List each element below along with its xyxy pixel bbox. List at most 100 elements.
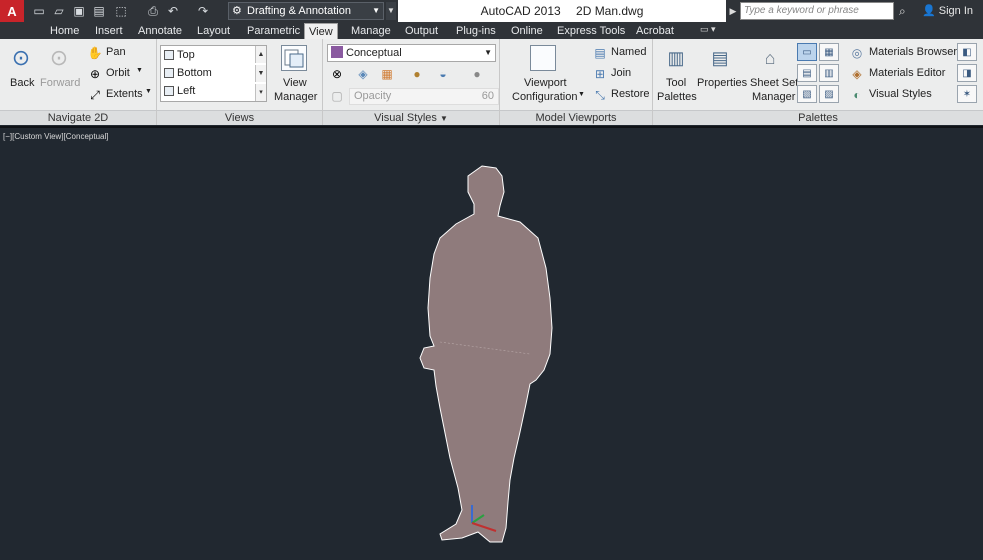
named-button[interactable]: Named [611, 46, 646, 58]
ssm-label-1[interactable]: Sheet Set [750, 77, 798, 89]
zoom-extents-icon: ⤢ [90, 87, 100, 102]
scroll-down-icon[interactable]: ▼ [255, 65, 266, 82]
tab-layout[interactable]: Layout [193, 23, 234, 39]
tab-plug-ins[interactable]: Plug-ins [452, 23, 500, 39]
autocad-window: A ▭ ▱ ▣ ▤ ⬚ ⎙ ↶ ↷ ⚙ Drafting & Annotatio… [0, 0, 983, 560]
ssm-label-2[interactable]: Manager [752, 91, 795, 103]
lights-toggle[interactable]: ◧ [957, 43, 977, 61]
render-toggle[interactable]: ✶ [957, 85, 977, 103]
view-item-left[interactable]: Left [163, 83, 195, 100]
materials-editor-icon: ◈ [852, 67, 862, 81]
materials-editor-button[interactable]: Materials Editor [869, 67, 945, 79]
tab-output[interactable]: Output [401, 23, 442, 39]
properties-icon: ▤ [711, 47, 729, 68]
forward-icon: ⊙ [49, 45, 69, 70]
view-manager-label-2[interactable]: Manager [274, 91, 317, 103]
visual-style-select[interactable]: Conceptual ▼ [327, 44, 496, 62]
viewport-config-label-2[interactable]: Configuration [512, 91, 577, 103]
restore-button[interactable]: Restore [611, 88, 650, 100]
expand-list-icon[interactable]: ▾ [255, 84, 266, 101]
join-button[interactable]: Join [611, 67, 631, 79]
scroll-up-icon[interactable]: ▲ [255, 46, 266, 63]
tab-online[interactable]: Online [507, 23, 547, 39]
redo-icon[interactable]: ↷ [196, 4, 210, 18]
materials-browser-button[interactable]: Materials Browser [869, 46, 957, 58]
chevron-down-icon[interactable]: ▼ [136, 67, 143, 74]
sun-toggle[interactable]: ◨ [957, 64, 977, 82]
panel-title: Navigate 2D [0, 110, 156, 125]
tab-annotate[interactable]: Annotate [134, 23, 186, 39]
chevron-down-icon[interactable]: ▼ [578, 91, 585, 98]
viewport-config-label-1[interactable]: Viewport [524, 77, 567, 89]
2d-man-silhouette [419, 165, 553, 543]
back-icon: ⊙ [11, 45, 31, 70]
plot-preview-icon[interactable]: ⬚ [114, 4, 128, 18]
join-icon: ⊞ [594, 67, 606, 81]
chevron-down-icon[interactable]: ▼ [440, 114, 448, 123]
properties-button[interactable]: Properties [697, 77, 747, 89]
visual-styles-button[interactable]: Visual Styles [869, 88, 932, 100]
panel-title: Views [157, 110, 322, 125]
panel-model-viewports: Viewport Configuration ▼ ▤ Named ⊞ Join … [500, 39, 653, 125]
view-item-label: Bottom [177, 67, 212, 79]
quickcalc-toggle[interactable]: ▥ [819, 64, 839, 82]
panel-palettes: ▥ Tool Palettes ▤ Properties ⌂ Sheet Set… [653, 39, 983, 125]
ribbon-minimize-icon[interactable]: ▭ ▾ [700, 24, 716, 35]
chevron-down-icon: ▼ [484, 48, 492, 57]
search-input[interactable]: Type a keyword or phrase [740, 2, 894, 20]
lighting-icon[interactable]: ◒ [435, 66, 451, 82]
view-manager-icon [281, 45, 307, 71]
opacity-label: Opacity [354, 90, 392, 102]
visual-styles-icon: ◐ [853, 88, 861, 102]
back-button[interactable]: Back [10, 77, 34, 89]
save-icon[interactable]: ▣ [72, 4, 86, 18]
opacity-slider[interactable]: Opacity 60 [349, 88, 499, 105]
save-as-icon[interactable]: ▤ [92, 4, 106, 18]
command-line-toggle[interactable]: ▭ [797, 43, 817, 61]
extents-button[interactable]: Extents [106, 88, 143, 100]
tab-manage[interactable]: Manage [347, 23, 395, 39]
application-menu-button[interactable]: A [0, 0, 24, 22]
tool-palettes-label-1[interactable]: Tool [666, 77, 686, 89]
orbit-button[interactable]: Orbit [106, 67, 130, 79]
sign-in-label: Sign In [938, 5, 974, 17]
chevron-down-icon[interactable]: ▼ [145, 88, 152, 95]
shadow-icon[interactable]: ◈ [355, 66, 371, 82]
color-icon[interactable]: ● [469, 66, 485, 82]
design-center-toggle[interactable]: ▦ [819, 43, 839, 61]
sign-in-link[interactable]: 👤 Sign In [922, 4, 973, 17]
search-expand-icon[interactable]: ▶ [728, 2, 738, 20]
named-viewports-icon: ▤ [594, 46, 606, 60]
print-icon[interactable]: ⎙ [146, 4, 160, 18]
undo-icon[interactable]: ↶ [166, 4, 180, 18]
tab-express-tools[interactable]: Express Tools [553, 23, 629, 39]
tab-view[interactable]: View [304, 23, 338, 39]
view-item-bottom[interactable]: Bottom [163, 65, 212, 82]
sheet-set-toggle[interactable]: ▤ [797, 64, 817, 82]
sheet-set-manager-icon: ⌂ [764, 47, 776, 68]
qat-customize-button[interactable]: ▼ [386, 2, 396, 20]
markup-toggle[interactable]: ▧ [797, 85, 817, 103]
viewport-controls[interactable]: [−][Custom View][Conceptual] [3, 132, 108, 141]
xray-icon[interactable]: ⊗ [329, 66, 345, 82]
pan-button[interactable]: Pan [106, 46, 126, 58]
binoculars-icon[interactable]: ⌕ [899, 4, 906, 19]
forward-button[interactable]: Forward [40, 77, 80, 89]
new-icon[interactable]: ▭ [32, 4, 46, 18]
drawing-viewport[interactable]: [−][Custom View][Conceptual] [0, 126, 983, 560]
tab-acrobat[interactable]: Acrobat [632, 23, 678, 39]
open-icon[interactable]: ▱ [52, 4, 66, 18]
workspace-switcher[interactable]: ⚙ Drafting & Annotation ▼ [228, 2, 384, 20]
panel-title: Model Viewports [500, 110, 652, 125]
workspace-label: Drafting & Annotation [247, 5, 351, 17]
tab-parametric[interactable]: Parametric [243, 23, 304, 39]
material-icon[interactable]: ● [409, 66, 425, 82]
tool-palettes-label-2[interactable]: Palettes [657, 91, 697, 103]
views-list[interactable]: Top Bottom Left ▲ ▼ ▾ [160, 45, 267, 102]
dbconnect-toggle[interactable]: ▨ [819, 85, 839, 103]
view-manager-label-1[interactable]: View [283, 77, 307, 89]
view-item-top[interactable]: Top [163, 47, 195, 64]
edge-effects-icon[interactable]: ▦ [379, 66, 395, 82]
tab-insert[interactable]: Insert [91, 23, 127, 39]
tab-home[interactable]: Home [46, 23, 83, 39]
